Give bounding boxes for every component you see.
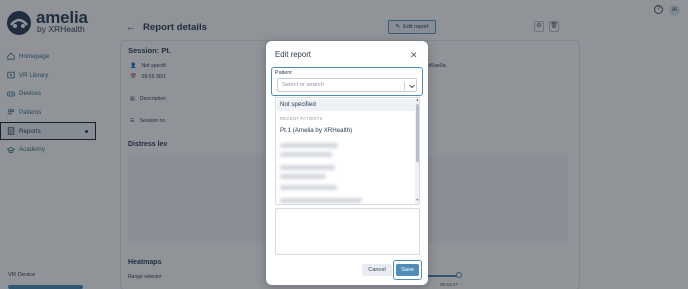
dropdown-scrollbar[interactable]: ▲ ▼ <box>415 98 420 204</box>
option-recent-patient[interactable]: Pt.1 (Amelia by XRHealth) <box>280 127 352 134</box>
scroll-up-arrow-icon[interactable]: ▲ <box>416 98 420 102</box>
blurred-patient-option[interactable] <box>280 174 326 179</box>
blurred-patient-option[interactable] <box>280 198 362 203</box>
cancel-button[interactable]: Cancel <box>362 264 392 276</box>
blurred-patient-option[interactable] <box>280 143 338 148</box>
select-divider <box>404 82 405 90</box>
close-icon[interactable]: ✕ <box>410 51 418 60</box>
scrollbar-thumb[interactable] <box>416 104 419 162</box>
patient-dropdown-list: Not specified RECENT PATIENTS Pt.1 (Amel… <box>275 97 420 205</box>
patient-label: Patient <box>275 70 292 76</box>
option-not-specified[interactable]: Not specified <box>277 99 415 111</box>
patient-select-placeholder: Select or search <box>282 82 324 88</box>
chevron-down-icon[interactable] <box>408 82 416 90</box>
modal-title: Edit report <box>275 50 311 59</box>
patient-select[interactable]: Select or search <box>277 78 417 92</box>
recent-patients-heading: RECENT PATIENTS <box>280 116 323 121</box>
scroll-down-arrow-icon[interactable]: ▼ <box>416 198 420 202</box>
edit-report-modal: Edit report ✕ Patient Select or search N… <box>266 41 428 285</box>
blurred-patient-option[interactable] <box>280 152 332 157</box>
blurred-patient-option[interactable] <box>280 165 335 170</box>
blurred-patient-option[interactable] <box>280 185 337 190</box>
save-button[interactable]: Save <box>396 264 419 276</box>
notes-textarea[interactable] <box>275 208 420 255</box>
patient-field: Patient Select or search <box>271 67 423 96</box>
